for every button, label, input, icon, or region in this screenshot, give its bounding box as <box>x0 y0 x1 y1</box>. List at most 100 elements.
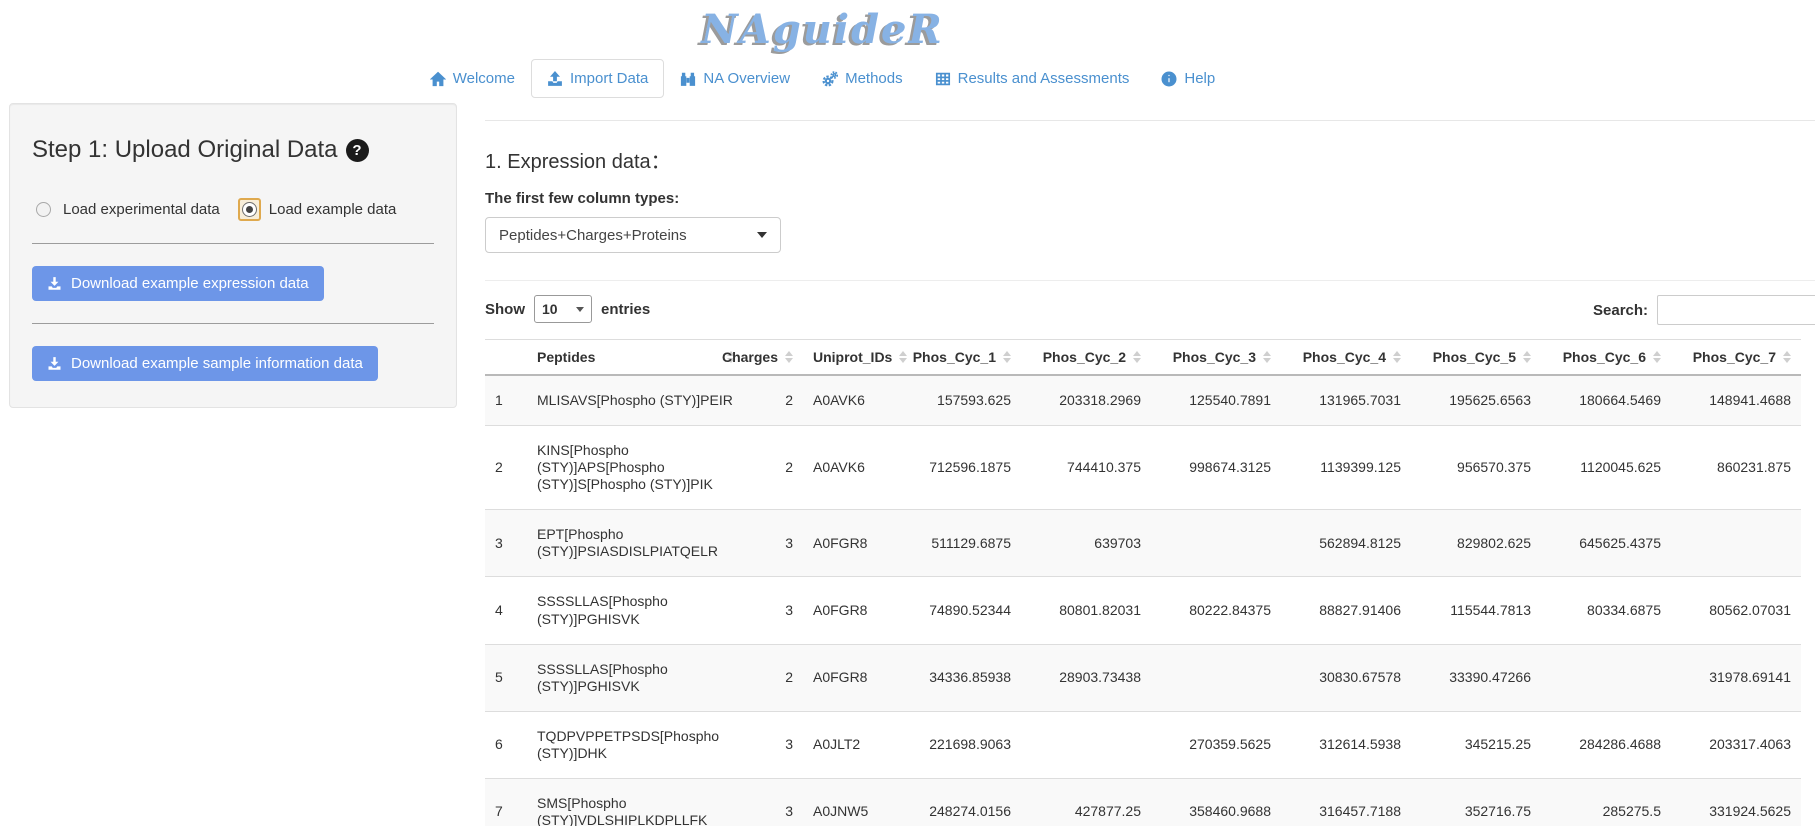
table-cell: 34336.85938 <box>891 644 1021 711</box>
table-cell: 639703 <box>1021 510 1151 577</box>
tab-label: Welcome <box>453 70 515 87</box>
table-cell: 131965.7031 <box>1281 375 1411 426</box>
column-header-phos_cyc_4[interactable]: Phos_Cyc_4 <box>1281 340 1411 376</box>
tab-label: Methods <box>845 70 903 87</box>
table-cell: 28903.73438 <box>1021 644 1151 711</box>
search-control: Search: <box>1593 295 1815 325</box>
table-cell: 427877.25 <box>1021 778 1151 826</box>
tab-help[interactable]: Help <box>1145 59 1231 98</box>
expression-table: PeptidesChargesUniprot_IDsPhos_Cyc_1Phos… <box>485 339 1801 826</box>
table-cell: 3 <box>745 711 803 778</box>
search-label: Search: <box>1593 302 1648 319</box>
tab-label: Import Data <box>570 70 648 87</box>
table-cell: TQDPVPPETPSDS[Phospho (STY)]DHK <box>527 711 745 778</box>
radio-load-example-data[interactable]: Load example data <box>238 198 397 221</box>
column-header-label: Phos_Cyc_6 <box>1563 349 1646 365</box>
header: NAguideR Welcome Import Data NA Overview Me… <box>0 0 1645 98</box>
table-cell: 80562.07031 <box>1671 577 1801 644</box>
tab-welcome[interactable]: Welcome <box>414 59 531 98</box>
column-types-select[interactable]: Peptides+Charges+Proteins <box>485 217 781 253</box>
table-cell: 80801.82031 <box>1021 577 1151 644</box>
table-cell: 352716.75 <box>1411 778 1541 826</box>
table-cell: 88827.91406 <box>1281 577 1411 644</box>
radio-load-experimental-data[interactable]: Load experimental data <box>32 198 220 221</box>
column-header-phos_cyc_6[interactable]: Phos_Cyc_6 <box>1541 340 1671 376</box>
download-sample-info-button[interactable]: Download example sample information data <box>32 346 378 381</box>
tab-label: Help <box>1184 70 1215 87</box>
table-cell: SSSSLLAS[Phospho (STY)]PGHISVK <box>527 577 745 644</box>
tab-na-overview[interactable]: NA Overview <box>664 59 806 98</box>
row-index-cell: 2 <box>485 426 527 510</box>
radio-label: Load experimental data <box>63 201 220 218</box>
table-cell: 358460.9688 <box>1151 778 1281 826</box>
column-header-phos_cyc_1[interactable]: Phos_Cyc_1 <box>891 340 1021 376</box>
page-length-value: 10 <box>542 301 558 317</box>
radio-button[interactable] <box>238 198 261 221</box>
column-header-label: Phos_Cyc_4 <box>1303 349 1386 365</box>
table-cell: 2 <box>745 644 803 711</box>
table-cell: A0FGR8 <box>803 510 891 577</box>
column-header-uniprot_ids[interactable]: Uniprot_IDs <box>803 340 891 376</box>
upload-panel: Step 1: Upload Original Data ? Load expe… <box>9 103 457 408</box>
column-header-label: Peptides <box>537 349 595 365</box>
tab-results-and-assessments[interactable]: Results and Assessments <box>919 59 1146 98</box>
page-length-select[interactable]: 10 <box>534 295 592 323</box>
table-cell: 195625.6563 <box>1411 375 1541 426</box>
radio-button[interactable] <box>32 198 55 221</box>
row-index-cell: 4 <box>485 577 527 644</box>
row-index-cell: 7 <box>485 778 527 826</box>
table-cell: 860231.875 <box>1671 426 1801 510</box>
table-cell: 956570.375 <box>1411 426 1541 510</box>
column-header-label: Charges <box>722 349 778 365</box>
table-cell: SSSSLLAS[Phospho (STY)]PGHISVK <box>527 644 745 711</box>
column-header-phos_cyc_5[interactable]: Phos_Cyc_5 <box>1411 340 1541 376</box>
table-cell: 562894.8125 <box>1281 510 1411 577</box>
column-header-charges[interactable]: Charges <box>745 340 803 376</box>
table-cell: 203317.4063 <box>1671 711 1801 778</box>
table-cell: 285275.5 <box>1541 778 1671 826</box>
download-icon <box>47 276 62 291</box>
table-row[interactable]: 7SMS[Phospho (STY)]VDLSHIPLKDPLLFK3A0JNW… <box>485 778 1801 826</box>
table-cell: 2 <box>745 375 803 426</box>
table-row[interactable]: 3EPT[Phospho (STY)]PSIASDISLPIATQELR3A0F… <box>485 510 1801 577</box>
search-input[interactable] <box>1657 295 1815 325</box>
tab-label: NA Overview <box>703 70 790 87</box>
expression-table-header: PeptidesChargesUniprot_IDsPhos_Cyc_1Phos… <box>485 340 1801 376</box>
column-header-phos_cyc_2[interactable]: Phos_Cyc_2 <box>1021 340 1151 376</box>
table-cell: A0JNW5 <box>803 778 891 826</box>
table-cell <box>1151 510 1281 577</box>
row-index-cell: 3 <box>485 510 527 577</box>
table-cell: 3 <box>745 510 803 577</box>
table-row[interactable]: 1MLISAVS[Phospho (STY)]PEIR2A0AVK6157593… <box>485 375 1801 426</box>
expression-table-body: 1MLISAVS[Phospho (STY)]PEIR2A0AVK6157593… <box>485 375 1801 826</box>
sort-icon <box>1393 351 1401 363</box>
table-cell <box>1541 644 1671 711</box>
chevron-down-icon <box>576 307 584 312</box>
table-row[interactable]: 6TQDPVPPETPSDS[Phospho (STY)]DHK3A0JLT22… <box>485 711 1801 778</box>
divider <box>32 323 434 324</box>
table-row[interactable]: 5SSSSLLAS[Phospho (STY)]PGHISVK2A0FGR834… <box>485 644 1801 711</box>
table-row[interactable]: 2KINS[Phospho (STY)]APS[Phospho (STY)]S[… <box>485 426 1801 510</box>
table-icon <box>935 71 951 87</box>
tab-methods[interactable]: Methods <box>806 59 919 98</box>
column-header-label: Uniprot_IDs <box>813 349 892 365</box>
app-logo: NAguideR <box>0 0 1645 53</box>
table-cell: 157593.625 <box>891 375 1021 426</box>
table-cell: 125540.7891 <box>1151 375 1281 426</box>
table-cell: 115544.7813 <box>1411 577 1541 644</box>
nav-tabs: Welcome Import Data NA Overview Methods Resu… <box>0 59 1645 98</box>
column-header-peptides[interactable]: Peptides <box>527 340 745 376</box>
data-source-radio-group: Load experimental data Load example data <box>32 198 434 221</box>
panel-title: Step 1: Upload Original Data ? <box>32 136 434 164</box>
table-cell: A0AVK6 <box>803 375 891 426</box>
table-cell: 148941.4688 <box>1671 375 1801 426</box>
help-question-icon[interactable]: ? <box>346 139 369 162</box>
sort-icon <box>1133 351 1141 363</box>
column-header-phos_cyc_7[interactable]: Phos_Cyc_7 <box>1671 340 1801 376</box>
table-cell: 80222.84375 <box>1151 577 1281 644</box>
row-index-cell: 5 <box>485 644 527 711</box>
download-expression-data-button[interactable]: Download example expression data <box>32 266 324 301</box>
table-row[interactable]: 4SSSSLLAS[Phospho (STY)]PGHISVK3A0FGR874… <box>485 577 1801 644</box>
column-header-phos_cyc_3[interactable]: Phos_Cyc_3 <box>1151 340 1281 376</box>
tab-import-data[interactable]: Import Data <box>531 59 664 98</box>
